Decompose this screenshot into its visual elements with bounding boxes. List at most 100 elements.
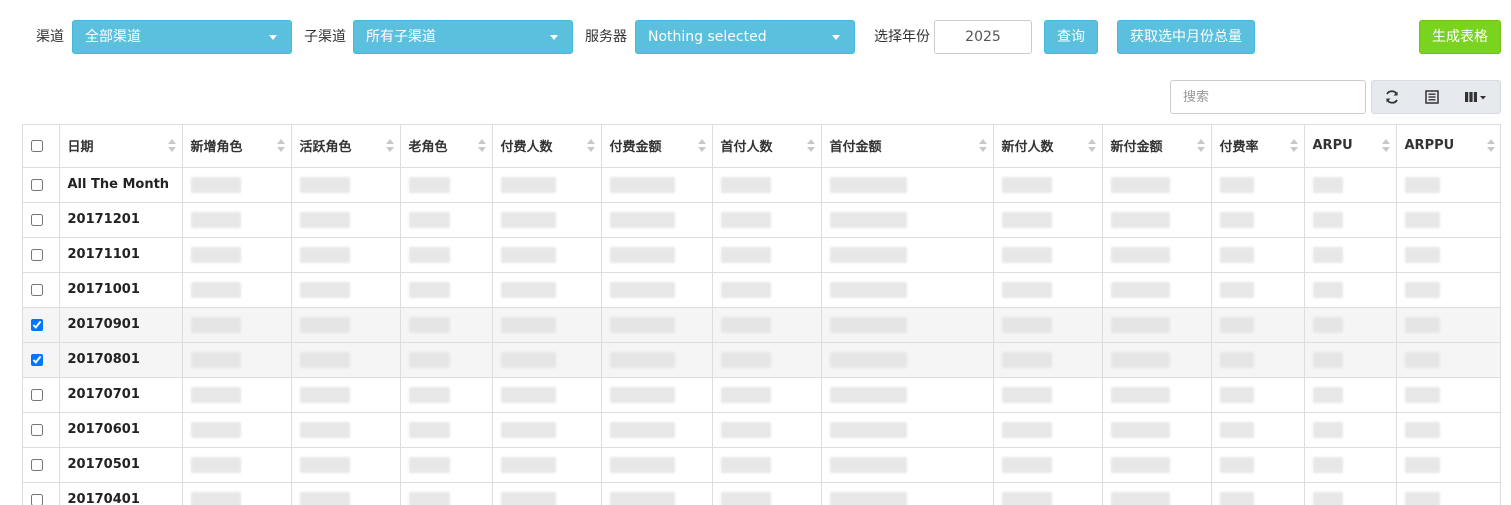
redacted-cell [1210,376,1305,413]
redacted-cell [181,341,292,378]
columns-dropdown-button[interactable] [1456,81,1500,113]
blurred-value [500,386,556,403]
table-body: All The Month 20171201 20171101 20171001 201… [23,166,1500,505]
sort-icon [385,139,394,153]
query-button[interactable]: 查询 [1044,20,1098,54]
redacted-cell [992,271,1103,308]
sort-icon [477,139,486,153]
table-row[interactable]: All The Month [23,166,1500,203]
redacted-cell [399,166,493,203]
redacted-cell [181,271,292,308]
column-header[interactable]: 新付人数 [992,125,1103,168]
redacted-cell [491,341,602,378]
column-header[interactable]: 日期 [58,125,183,168]
row-checkbox[interactable] [31,423,43,436]
row-checkbox[interactable] [31,318,43,331]
blurred-value [190,421,242,438]
blurred-value [1219,491,1254,505]
row-checkbox[interactable] [31,283,43,296]
table-row[interactable]: 20170601 [23,411,1500,448]
blurred-value [1110,316,1171,333]
table-row[interactable]: 20170701 [23,376,1500,413]
row-checkbox[interactable] [31,178,43,191]
redacted-cell [491,166,602,203]
redacted-cell [181,236,292,273]
column-header[interactable]: ARPU [1303,125,1397,168]
row-checkbox[interactable] [31,213,43,226]
table-row[interactable]: 20170801 [23,341,1500,378]
column-header[interactable]: 老角色 [399,125,493,168]
table-row[interactable]: 20170901 [23,306,1500,343]
redacted-cell [290,166,401,203]
blurred-value [190,316,242,333]
blurred-value [1404,491,1440,505]
column-header[interactable]: 首付金额 [820,125,994,168]
redacted-cell [290,376,401,413]
table-row[interactable]: 20170501 [23,446,1500,483]
column-header[interactable]: 付费人数 [491,125,602,168]
blurred-value [1404,211,1440,228]
blurred-value [1110,211,1171,228]
server-select[interactable]: Nothing selected [635,20,855,54]
column-header[interactable]: 付费率 [1210,125,1305,168]
list-toggle-button[interactable] [1412,81,1452,113]
column-header-label: 付费人数 [500,140,553,156]
column-header[interactable]: 新增角色 [181,125,292,168]
blurred-value [1110,386,1171,403]
table-row[interactable]: 20171101 [23,236,1500,273]
chevron-down-icon [832,35,840,40]
blurred-value [1404,421,1440,438]
redacted-cell [711,376,822,413]
redacted-cell [1303,306,1397,343]
column-header[interactable]: 付费金额 [600,125,713,168]
column-header-label: 付费金额 [609,140,662,156]
blurred-value [299,281,351,298]
redacted-cell [181,306,292,343]
redacted-cell [711,306,822,343]
blurred-value [1219,316,1254,333]
redacted-cell [1395,271,1500,308]
column-header[interactable]: 新付金额 [1101,125,1212,168]
blurred-value [408,491,450,505]
blurred-value [190,386,242,403]
refresh-button[interactable] [1372,81,1412,113]
row-checkbox[interactable] [31,248,43,261]
date-cell: 20171101 [58,236,183,273]
monthly-total-button[interactable]: 获取选中月份总量 [1117,20,1255,54]
column-header[interactable]: ARPPU [1395,125,1500,168]
column-header[interactable]: 首付人数 [711,125,822,168]
blurred-value [829,386,907,403]
server-select-value: Nothing selected [648,29,767,45]
generate-table-button[interactable]: 生成表格 [1419,20,1501,54]
redacted-cell [820,481,994,505]
row-checkbox[interactable] [31,388,43,401]
year-input[interactable] [934,20,1032,54]
blurred-value [609,176,676,193]
column-header[interactable]: 活跃角色 [290,125,401,168]
subchannel-select[interactable]: 所有子渠道 [353,20,573,54]
select-all-cell [23,125,60,168]
select-all-checkbox[interactable] [31,139,43,152]
redacted-cell [290,411,401,448]
blurred-value [1312,456,1343,473]
column-header-label: 新付人数 [1001,140,1054,156]
redacted-cell [600,446,713,483]
row-checkbox[interactable] [31,353,43,366]
row-checkbox[interactable] [31,458,43,471]
blurred-value [1001,421,1053,438]
date-cell: All The Month [58,166,183,203]
date-cell: 20170501 [58,446,183,483]
row-checkbox[interactable] [31,493,43,505]
channel-select[interactable]: 全部渠道 [72,20,292,54]
table-row[interactable]: 20170401 [23,481,1500,505]
blurred-value [299,351,351,368]
redacted-cell [181,166,292,203]
blurred-value [500,211,556,228]
redacted-cell [1210,481,1305,505]
table-row[interactable]: 20171001 [23,271,1500,308]
table-row[interactable]: 20171201 [23,201,1500,238]
redacted-cell [600,201,713,238]
redacted-cell [820,341,994,378]
search-input[interactable] [1170,80,1366,114]
blurred-value [500,246,556,263]
